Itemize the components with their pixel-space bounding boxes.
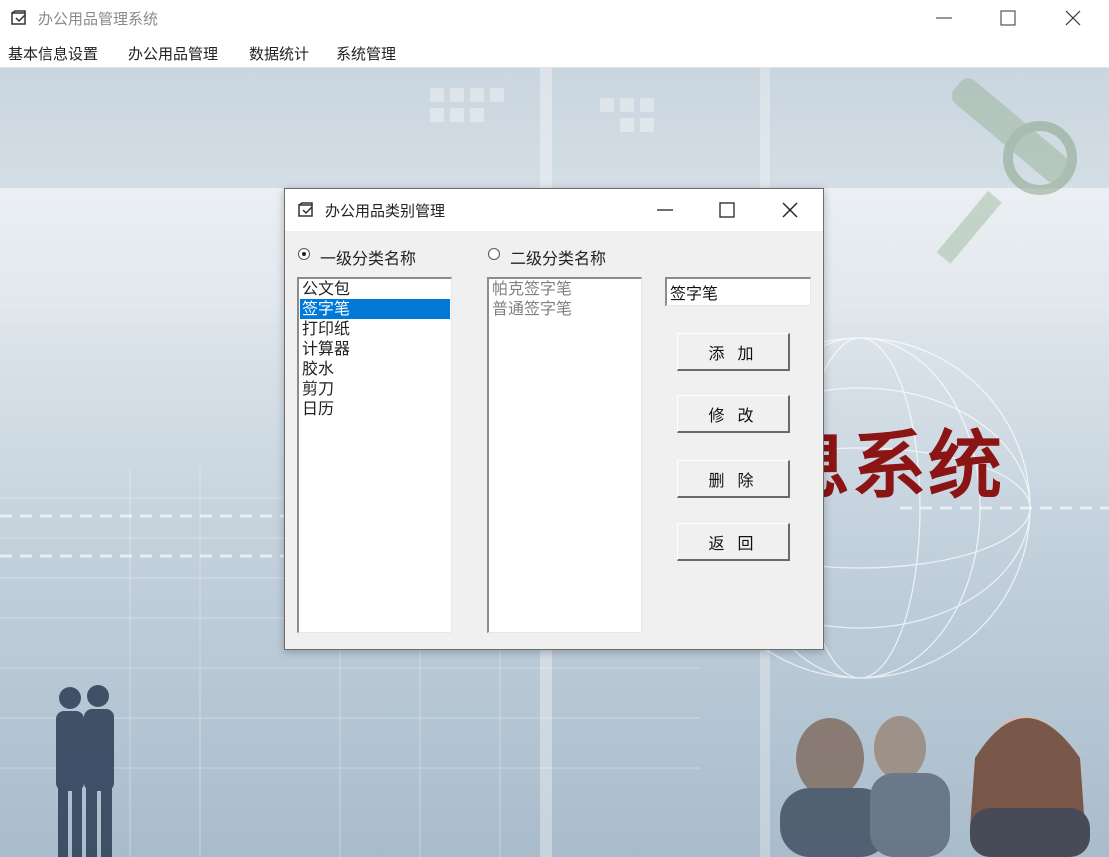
- dialog-close-button[interactable]: [759, 189, 821, 231]
- main-title-bar: 办公用品管理系统: [0, 0, 1109, 36]
- edit-button[interactable]: 修 改: [677, 395, 790, 433]
- radio-checked-icon: [298, 248, 310, 260]
- maximize-button[interactable]: [978, 0, 1040, 36]
- radio-level1-category[interactable]: 一级分类名称: [298, 245, 428, 268]
- list-item[interactable]: 日历: [300, 399, 450, 419]
- level1-category-list[interactable]: 公文包 签字笔 打印纸 计算器 胶水 剪刀 日历: [297, 277, 452, 633]
- delete-button[interactable]: 删 除: [677, 460, 790, 498]
- close-button[interactable]: [1043, 0, 1105, 36]
- list-item[interactable]: 公文包: [300, 279, 450, 299]
- dialog-minimize-button[interactable]: [634, 189, 696, 231]
- menu-data-statistics[interactable]: 数据统计: [249, 43, 309, 64]
- list-item[interactable]: 剪刀: [300, 379, 450, 399]
- menu-system-management[interactable]: 系统管理: [336, 43, 396, 64]
- level2-category-list[interactable]: 帕克签字笔 普通签字笔: [487, 277, 642, 633]
- app-title: 办公用品管理系统: [38, 10, 159, 28]
- radio-level2-label: 二级分类名称: [510, 249, 607, 268]
- minimize-icon: [657, 209, 673, 211]
- app-window-icon: [11, 10, 27, 26]
- return-button[interactable]: 返 回: [677, 523, 790, 561]
- list-item[interactable]: 计算器: [300, 339, 450, 359]
- category-management-dialog: 办公用品类别管理 一级分类名称 二级分类名称 公文包 签字笔 打印纸 计算器 胶…: [284, 188, 824, 650]
- dialog-maximize-button[interactable]: [696, 189, 758, 231]
- menu-bar: 基本信息设置 办公用品管理 数据统计 系统管理: [0, 36, 1109, 68]
- category-name-input[interactable]: [665, 277, 811, 306]
- maximize-icon: [719, 202, 735, 218]
- minimize-icon: [936, 17, 952, 19]
- minimize-button[interactable]: [914, 0, 976, 36]
- radio-level1-label: 一级分类名称: [320, 249, 417, 268]
- maximize-icon: [1000, 10, 1016, 26]
- menu-office-supplies-management[interactable]: 办公用品管理: [128, 43, 218, 64]
- dialog-window-icon: [298, 202, 314, 218]
- add-button[interactable]: 添 加: [677, 333, 790, 371]
- list-item[interactable]: 帕克签字笔: [490, 279, 640, 299]
- close-icon: [782, 202, 798, 218]
- list-item[interactable]: 普通签字笔: [490, 299, 640, 319]
- close-icon: [1065, 10, 1081, 26]
- dialog-title-bar: 办公用品类别管理: [285, 189, 823, 231]
- menu-basic-info-settings[interactable]: 基本信息设置: [8, 43, 98, 64]
- radio-unchecked-icon: [488, 248, 500, 260]
- dialog-title: 办公用品类别管理: [325, 202, 446, 220]
- list-item-selected[interactable]: 签字笔: [300, 299, 450, 319]
- radio-level2-category[interactable]: 二级分类名称: [488, 245, 618, 268]
- list-item[interactable]: 胶水: [300, 359, 450, 379]
- list-item[interactable]: 打印纸: [300, 319, 450, 339]
